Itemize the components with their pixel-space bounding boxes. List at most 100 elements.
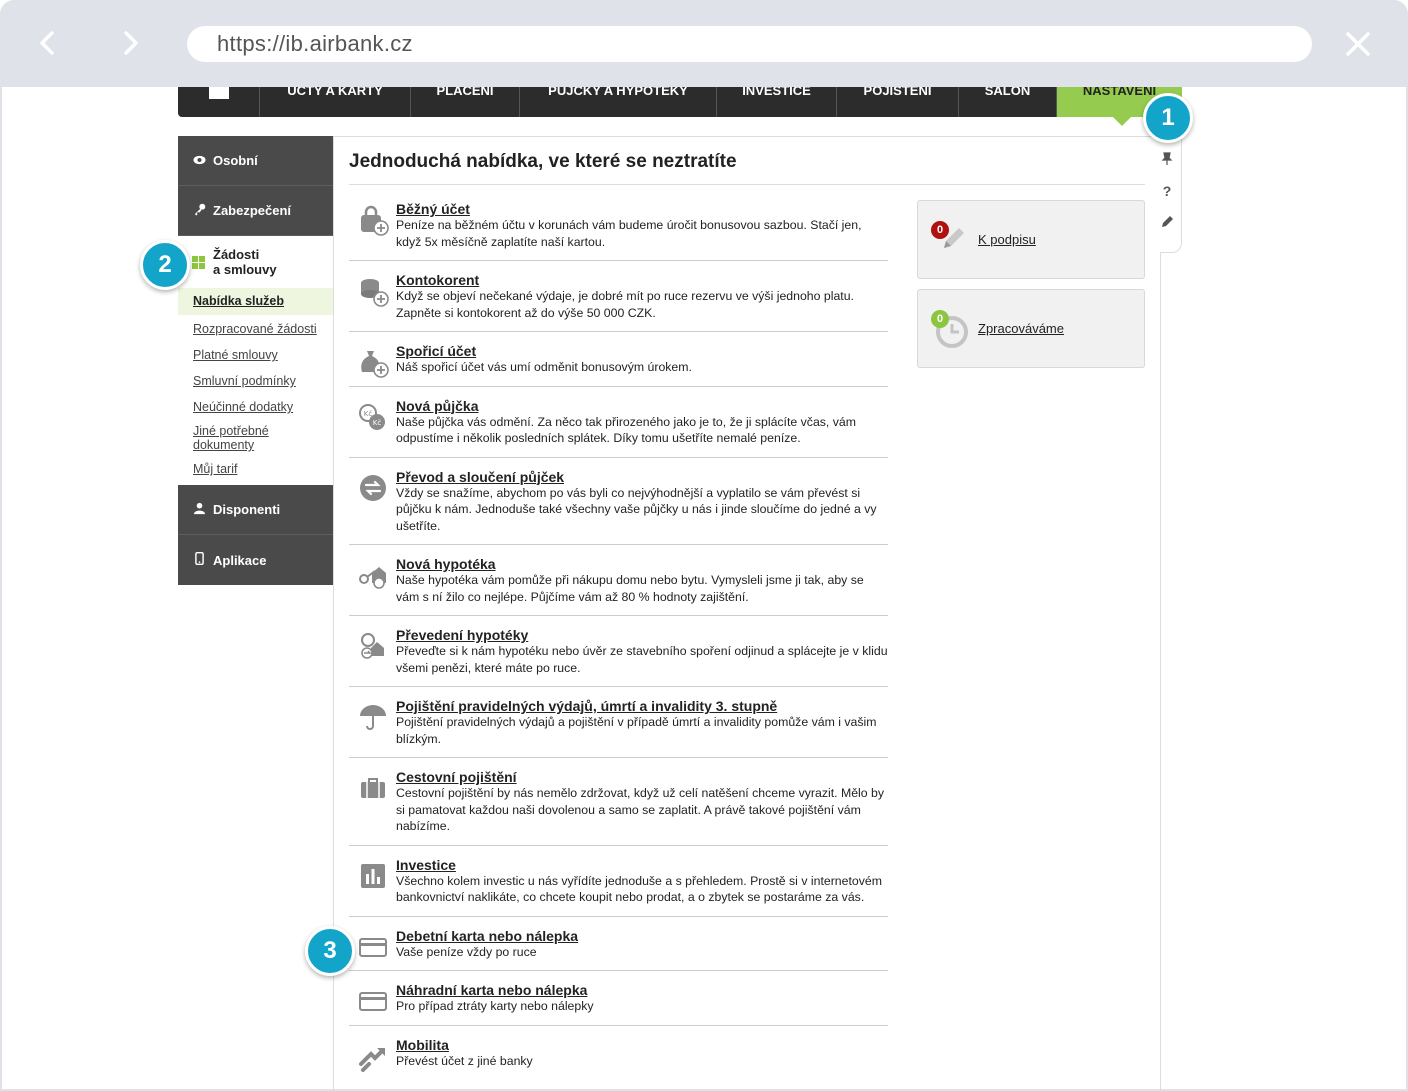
offer-item[interactable]: Převedení hypotéky Převeďte si k nám hypo… bbox=[349, 616, 888, 687]
address-bar[interactable]: https://ib.airbank.cz bbox=[187, 26, 1312, 62]
sidebar-item-disponents[interactable]: Disponenti bbox=[178, 485, 333, 535]
sidebar-item-label: Disponenti bbox=[213, 502, 281, 517]
sidebar-link-offers[interactable]: Nabídka služeb bbox=[178, 288, 333, 315]
offer-description: Převeďte si k nám hypotéku nebo úvěr ze … bbox=[396, 644, 888, 675]
rail-border-top bbox=[1181, 136, 1182, 233]
offer-title-link[interactable]: Převedení hypotéky bbox=[396, 627, 888, 643]
title-divider bbox=[349, 184, 1145, 185]
offer-item[interactable]: Kč Kč Nová půjčka Naše půjčka vás odmění. Z… bbox=[349, 387, 888, 458]
sidebar-link-amendments[interactable]: Neúčinné dodatky bbox=[178, 394, 333, 420]
rail-curve bbox=[1161, 233, 1182, 253]
offer-item[interactable]: Spořicí účet Náš spořicí účet vás umí odm… bbox=[349, 332, 888, 387]
tab-accounts[interactable]: ÚČTY A KARTY bbox=[260, 87, 411, 117]
offer-title-link[interactable]: Běžný účet bbox=[396, 201, 888, 217]
offer-item[interactable]: Nová hypotéka Naše hypotéka vám pomůže př… bbox=[349, 545, 888, 616]
svg-text:Kč: Kč bbox=[373, 419, 382, 427]
processing-link[interactable]: Zpracováváme bbox=[978, 321, 1064, 336]
key-icon bbox=[192, 203, 206, 219]
offer-title-link[interactable]: Nová hypotéka bbox=[396, 556, 888, 572]
callout-1: 1 bbox=[1143, 93, 1193, 143]
kc-coins-icon: Kč Kč bbox=[357, 401, 389, 433]
close-icon[interactable] bbox=[1344, 30, 1372, 58]
pencil-icon[interactable] bbox=[1160, 215, 1174, 229]
offer-title-link[interactable]: Kontokorent bbox=[396, 272, 888, 288]
offer-description: Pro případ ztráty karty nebo nálepky bbox=[396, 999, 594, 1013]
tab-investments[interactable]: INVESTICE bbox=[717, 87, 837, 117]
card-icon bbox=[357, 985, 389, 1017]
phone-icon bbox=[192, 551, 206, 568]
back-arrow-icon[interactable] bbox=[34, 29, 62, 57]
offer-title-link[interactable]: Cestovní pojištění bbox=[396, 769, 888, 785]
offer-item[interactable]: Pojištění pravidelných výdajů, úmrtí a i… bbox=[349, 687, 888, 758]
offer-description: Cestovní pojištění by nás nemělo zdržova… bbox=[396, 786, 885, 833]
tab-salon[interactable]: SALON bbox=[959, 87, 1057, 117]
umbrella-icon bbox=[357, 701, 389, 733]
forward-arrow-icon[interactable] bbox=[116, 29, 144, 57]
sidebar-active-label-line1: Žádosti bbox=[213, 247, 260, 262]
move-arrows-icon bbox=[357, 1040, 389, 1072]
offer-title-link[interactable]: Převod a sloučení půjček bbox=[396, 469, 888, 485]
offer-title-link[interactable]: Pojištění pravidelných výdajů, úmrtí a i… bbox=[396, 698, 888, 714]
rail-border-bottom bbox=[1160, 252, 1161, 1091]
to-sign-link[interactable]: K podpisu bbox=[978, 232, 1036, 247]
offer-title-link[interactable]: Náhradní karta nebo nálepka bbox=[396, 982, 888, 998]
offer-description: Naše půjčka vás odmění. Za něco tak přir… bbox=[396, 414, 856, 446]
offer-description: Vaše peníze vždy po ruce bbox=[396, 944, 537, 959]
offer-title-link[interactable]: Investice bbox=[396, 857, 888, 873]
sidebar-item-label: Osobní bbox=[213, 153, 258, 168]
offer-item[interactable]: Investice Všechno kolem investic u nás vy… bbox=[349, 846, 888, 917]
home-icon bbox=[208, 87, 229, 99]
offer-title-link[interactable]: Nová půjčka bbox=[396, 398, 888, 414]
transfer-arrows-icon bbox=[357, 472, 389, 504]
sidebar-active-label-line2: a smlouvy bbox=[213, 262, 277, 277]
offer-item[interactable]: Debetní karta nebo nálepka Vaše peníze vž… bbox=[349, 917, 888, 971]
sidebar-item-requests[interactable]: Žádosti a smlouvy bbox=[178, 236, 333, 288]
suitcase-icon bbox=[357, 772, 389, 804]
offer-list: Běžný účet Peníze na běžném účtu v koruná… bbox=[349, 190, 888, 1079]
tab-insurance[interactable]: POJIŠTĚNÍ bbox=[837, 87, 959, 117]
offer-description: Převést účet z jiné banky bbox=[396, 1053, 533, 1068]
to-sign-count-badge: 0 bbox=[931, 221, 949, 239]
bar-chart-icon bbox=[357, 860, 389, 892]
sidebar-link-contracts[interactable]: Platné smlouvy bbox=[178, 342, 333, 368]
offer-description: Náš spořicí účet vás umí odměnit bonusov… bbox=[396, 360, 692, 374]
to-sign-box[interactable]: 0 K podpisu bbox=[917, 200, 1145, 279]
callout-2: 2 bbox=[140, 240, 190, 290]
active-tab-caret bbox=[1112, 116, 1132, 126]
sidebar-item-personal[interactable]: Osobní bbox=[178, 136, 333, 186]
sidebar-link-tariff[interactable]: Můj tarif bbox=[178, 456, 333, 485]
moneybag-plus-icon bbox=[357, 346, 389, 378]
help-icon[interactable]: ? bbox=[1160, 184, 1174, 198]
offer-description: Vždy se snažíme, abychom po vás byli co … bbox=[396, 485, 877, 533]
pin-icon[interactable] bbox=[1160, 152, 1174, 166]
sidebar-item-apps[interactable]: Aplikace bbox=[178, 535, 333, 585]
coins-plus-icon bbox=[357, 275, 389, 307]
sidebar-item-label: Zabezpečení bbox=[213, 203, 292, 218]
eye-icon bbox=[192, 154, 206, 168]
offer-description: Když se objeví nečekané výdaje, je dobré… bbox=[396, 289, 854, 320]
processing-box[interactable]: 0 Zpracováváme bbox=[917, 289, 1145, 368]
offer-title-link[interactable]: Spořicí účet bbox=[396, 343, 888, 359]
offer-item[interactable]: Cestovní pojištění Cestovní pojištění by … bbox=[349, 758, 888, 846]
offer-item[interactable]: Kontokorent Když se objeví nečekané výdaj… bbox=[349, 261, 888, 332]
page-title: Jednoduchá nabídka, ve které se neztratí… bbox=[349, 151, 737, 172]
home-tab[interactable] bbox=[178, 87, 260, 117]
offer-title-link[interactable]: Mobilita bbox=[396, 1037, 888, 1053]
sidebar-bottom: Disponenti Aplikace bbox=[178, 485, 333, 585]
tab-payments[interactable]: PLACENÍ bbox=[411, 87, 520, 117]
wallet-plus-icon bbox=[357, 204, 389, 236]
tab-loans[interactable]: PŮJČKY A HYPOTÉKY bbox=[520, 87, 717, 117]
sidebar-link-drafts[interactable]: Rozpracované žádosti bbox=[178, 316, 333, 342]
processing-count-badge: 0 bbox=[931, 310, 949, 328]
offer-item[interactable]: Náhradní karta nebo nálepka Pro případ zt… bbox=[349, 971, 888, 1026]
offer-item[interactable]: Mobilita Převést účet z jiné banky bbox=[349, 1026, 888, 1080]
person-icon bbox=[192, 502, 206, 518]
grid-icon bbox=[192, 255, 205, 269]
sidebar-link-terms[interactable]: Smluvní podmínky bbox=[178, 368, 333, 394]
sidebar-link-documents[interactable]: Jiné potřebné dokumenty bbox=[178, 420, 278, 456]
sidebar-item-security[interactable]: Zabezpečení bbox=[178, 186, 333, 236]
offer-title-link[interactable]: Debetní karta nebo nálepka bbox=[396, 928, 888, 944]
offer-item[interactable]: Převod a sloučení půjček Vždy se snažíme,… bbox=[349, 458, 888, 545]
settings-sidebar: Osobní Zabezpečení Žádosti a smlouvy Nab… bbox=[178, 136, 333, 585]
offer-item[interactable]: Běžný účet Peníze na běžném účtu v koruná… bbox=[349, 190, 888, 261]
